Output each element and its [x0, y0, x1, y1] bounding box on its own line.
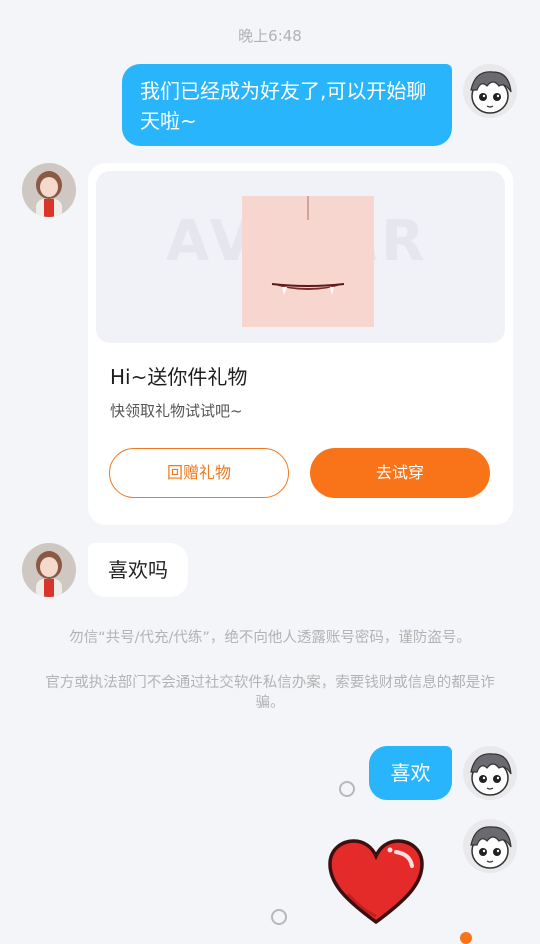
floating-indicator-dot: [460, 932, 472, 944]
chat-timestamp: 晚上6:48: [238, 27, 302, 45]
gift-item-image: [242, 196, 374, 327]
friend-avatar[interactable]: [22, 163, 76, 217]
my-avatar[interactable]: [463, 64, 517, 118]
unread-circle-icon: [339, 781, 355, 797]
sent-message-text: 我们已经成为好友了,可以开始聊天啦~: [140, 79, 427, 133]
sent-message-bubble[interactable]: 我们已经成为好友了,可以开始聊天啦~: [122, 64, 452, 146]
gift-card-subtitle: 快领取礼物试试吧~: [110, 402, 243, 420]
gift-banner: AVATAR: [96, 171, 505, 343]
security-notice: 勿信“共号/代充/代练”，绝不向他人透露账号密码，谨防盗号。: [69, 630, 471, 646]
received-message-bubble[interactable]: 喜欢吗: [88, 543, 188, 597]
sent-message-text: 喜欢: [390, 761, 431, 785]
friend-avatar[interactable]: [22, 543, 76, 597]
gift-card-title: Hi~送你件礼物: [110, 365, 248, 389]
gift-card[interactable]: AVATAR Hi~送你件礼物 快领取礼物试试吧~ 回赠礼物 去试穿: [88, 163, 513, 525]
return-gift-button[interactable]: 回赠礼物: [109, 448, 289, 498]
my-avatar[interactable]: [463, 746, 517, 800]
my-avatar[interactable]: [463, 819, 517, 873]
heart-sticker[interactable]: [326, 838, 426, 926]
try-on-button[interactable]: 去试穿: [310, 448, 490, 498]
unread-circle-icon: [271, 909, 287, 925]
received-message-text: 喜欢吗: [108, 558, 168, 582]
fraud-notice: 官方或执法部门不会通过社交软件私信办案，索要钱财或信息的都是诈骗。: [45, 675, 495, 711]
sent-message-bubble[interactable]: 喜欢: [369, 746, 452, 800]
